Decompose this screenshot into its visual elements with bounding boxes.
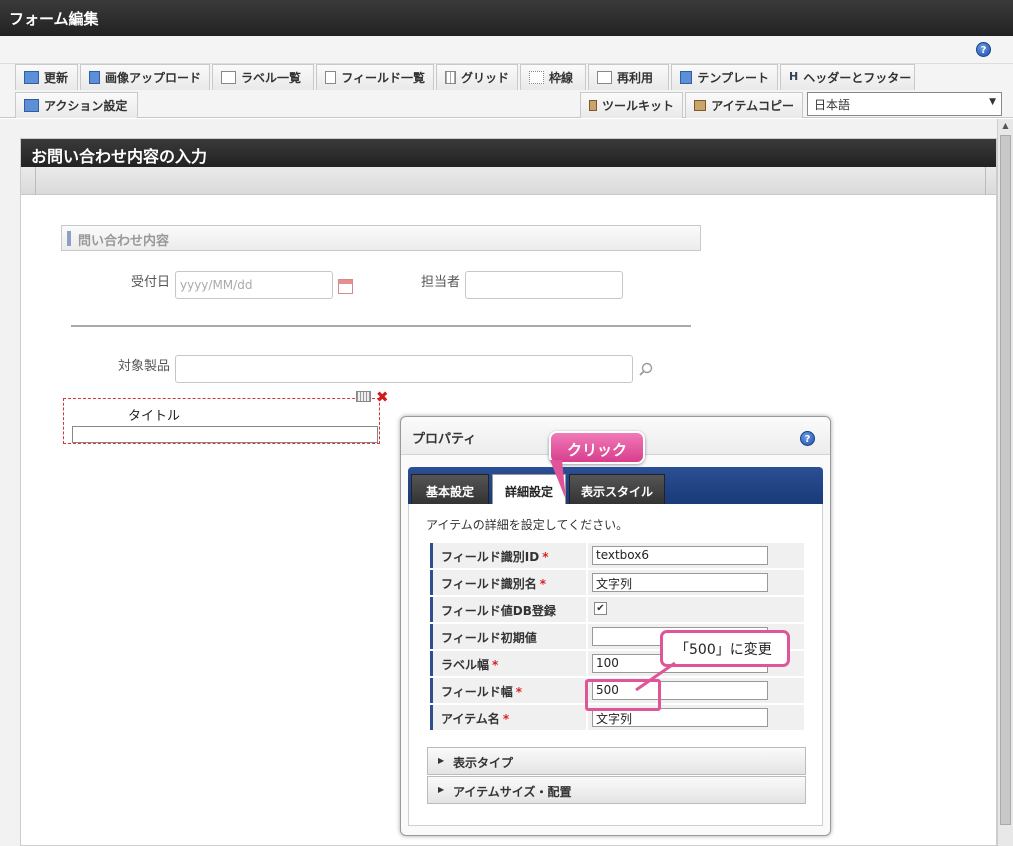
header-footer-button[interactable]: H ヘッダーとフッター <box>780 64 915 90</box>
person-label: 担当者 <box>420 275 460 290</box>
window-title: フォーム編集 <box>0 0 1013 36</box>
prop-row-db-register: フィールド値DB登録 ✔ <box>430 597 804 623</box>
help-icon[interactable]: ? <box>976 42 991 57</box>
selected-title-item[interactable]: タイトル <box>63 398 380 444</box>
grid-button[interactable]: グリッド <box>436 64 518 90</box>
image-upload-button[interactable]: 画像アップロード <box>80 64 210 90</box>
header-footer-icon: H <box>789 70 799 83</box>
toolkit-button[interactable]: ツールキット <box>580 92 683 118</box>
prop-row-field-id: フィールド識別ID * textbox6 <box>430 543 804 569</box>
change-pointer-icon <box>635 661 676 692</box>
divider <box>71 325 691 327</box>
scroll-up-arrow-icon[interactable]: ▲ <box>1000 121 1011 132</box>
scroll-thumb[interactable] <box>1000 135 1011 825</box>
person-input[interactable] <box>465 271 623 299</box>
vertical-scrollbar[interactable]: ▲ <box>997 119 1013 846</box>
caret-right-icon: ▶ <box>438 785 445 794</box>
image-upload-icon <box>89 71 100 84</box>
item-properties-icon[interactable] <box>356 391 371 402</box>
toolbar: 更新 画像アップロード ラベル一覧 フィールド一覧 グリッド 枠線 再利用 テン… <box>0 64 1013 118</box>
received-date-input[interactable]: yyyy/MM/dd <box>175 271 333 299</box>
label-list-icon <box>221 71 236 84</box>
border-button[interactable]: 枠線 <box>520 64 586 90</box>
grid-icon <box>445 71 456 84</box>
search-icon[interactable] <box>639 362 653 376</box>
field-name-input[interactable]: 文字列 <box>592 573 768 592</box>
refresh-icon <box>24 71 39 84</box>
caret-right-icon: ▶ <box>438 756 445 765</box>
product-input[interactable] <box>175 355 633 383</box>
border-icon <box>529 71 544 84</box>
form-title: お問い合わせ内容の入力 <box>21 139 996 167</box>
item-copy-icon <box>694 100 707 111</box>
item-size-accordion[interactable]: ▶ アイテムサイズ・配置 <box>427 776 806 804</box>
section-header: 問い合わせ内容 <box>61 225 701 251</box>
calendar-icon[interactable] <box>338 279 353 294</box>
tab-display-style[interactable]: 表示スタイル <box>569 474 665 504</box>
reuse-button[interactable]: 再利用 <box>588 64 669 90</box>
delete-item-icon[interactable]: ✖ <box>376 388 389 406</box>
template-button[interactable]: テンプレート <box>671 64 778 90</box>
field-list-button[interactable]: フィールド一覧 <box>316 64 434 90</box>
properties-tabbar: 基本設定 詳細設定 表示スタイル <box>408 467 823 504</box>
action-icon <box>24 99 39 112</box>
help-bar: ? <box>0 36 1013 64</box>
action-settings-button[interactable]: アクション設定 <box>15 92 138 118</box>
language-select[interactable]: 日本語 ▼ <box>807 92 1002 116</box>
prop-row-field-name: フィールド識別名 * 文字列 <box>430 570 804 596</box>
field-id-input[interactable]: textbox6 <box>592 546 768 565</box>
properties-dialog: プロパティ ? 基本設定 詳細設定 表示スタイル アイテムの詳細を設定してくださ… <box>400 416 831 836</box>
refresh-button[interactable]: 更新 <box>15 64 78 90</box>
title-label: タイトル <box>128 409 181 424</box>
tab-basic-settings[interactable]: 基本設定 <box>411 474 489 504</box>
click-pointer-icon <box>550 460 566 500</box>
reuse-icon <box>597 71 612 84</box>
db-register-checkbox[interactable]: ✔ <box>594 602 607 615</box>
product-label: 対象製品 <box>117 359 170 374</box>
properties-description: アイテムの詳細を設定してください。 <box>426 518 629 532</box>
field-list-icon <box>325 71 337 84</box>
toolkit-icon <box>589 100 597 111</box>
item-copy-button[interactable]: アイテムコピー <box>685 92 803 118</box>
template-icon <box>680 71 693 84</box>
form-header-band <box>21 167 996 195</box>
received-date-label: 受付日 <box>130 275 170 290</box>
display-type-accordion[interactable]: ▶ 表示タイプ <box>427 747 806 775</box>
properties-help-icon[interactable]: ? <box>800 431 815 446</box>
title-textarea[interactable] <box>72 426 378 443</box>
chevron-down-icon: ▼ <box>989 97 996 107</box>
label-list-button[interactable]: ラベル一覧 <box>212 64 314 90</box>
